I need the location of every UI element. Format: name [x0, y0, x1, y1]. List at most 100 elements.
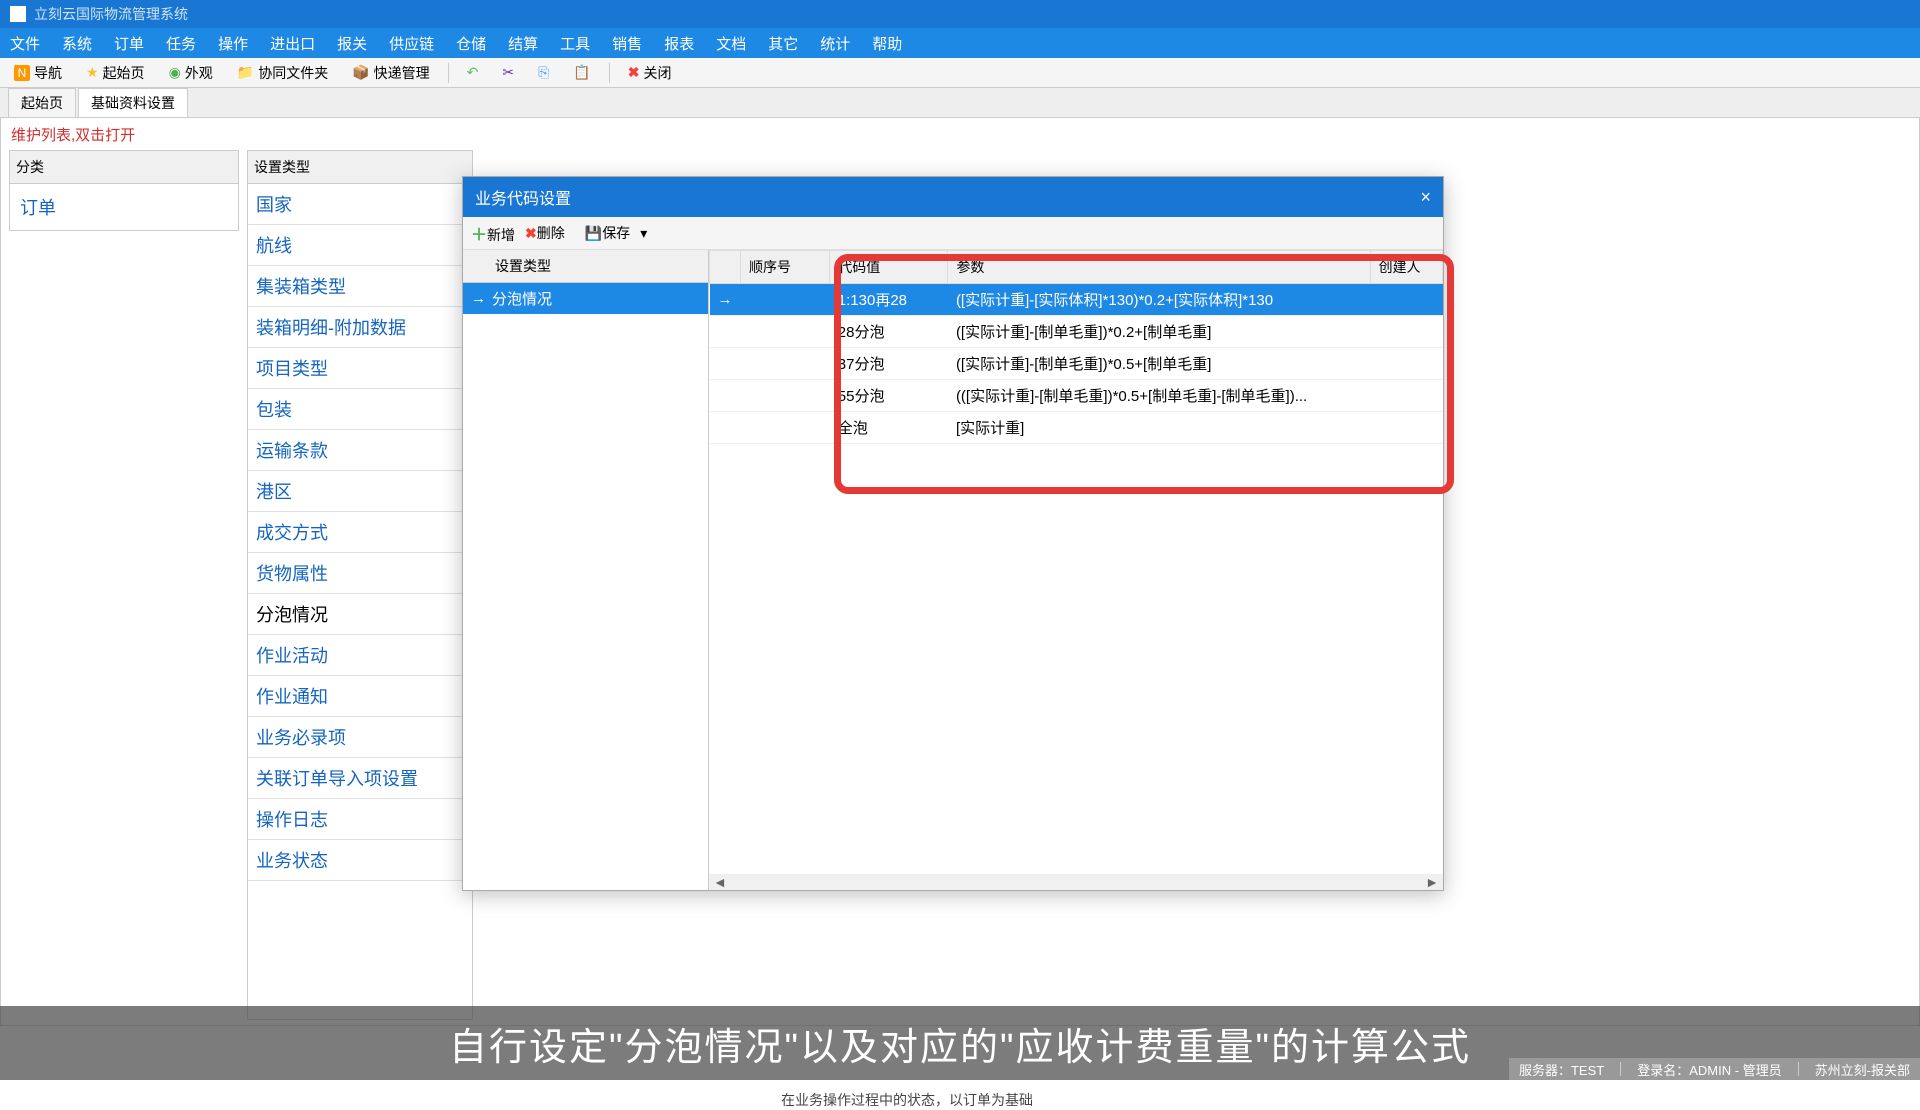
type-item[interactable]: 业务状态: [248, 840, 472, 881]
dialog-left-row[interactable]: → 分泡情况: [463, 283, 708, 314]
home-label: 起始页: [103, 63, 145, 83]
type-item[interactable]: 运输条款: [248, 430, 472, 471]
table-row[interactable]: 28分泡 ([实际计重]-[制单毛重])*0.2+[制单毛重]: [710, 316, 1443, 348]
cell-code: 37分泡: [830, 348, 948, 380]
menu-report[interactable]: 报表: [664, 33, 694, 54]
scroll-right-icon[interactable]: ►: [1421, 874, 1443, 890]
package-icon: 📦: [352, 64, 369, 81]
type-item[interactable]: 货物属性: [248, 553, 472, 594]
type-item-selected[interactable]: 分泡情况: [248, 594, 472, 635]
nav-label: 导航: [34, 63, 62, 83]
cell-param: ([实际计重]-[制单毛重])*0.2+[制单毛重]: [948, 316, 1370, 348]
status-branch: 苏州立刻-报关部: [1815, 1060, 1910, 1079]
cut-button[interactable]: ✂: [496, 62, 520, 83]
menubar: 文件 系统 订单 任务 操作 进出口 报关 供应链 仓储 结算 工具 销售 报表…: [0, 28, 1920, 58]
table-row[interactable]: → 1:130再28 ([实际计重]-[实际体积]*130)*0.2+[实际体积…: [710, 284, 1443, 316]
table-row[interactable]: 37分泡 ([实际计重]-[制单毛重])*0.5+[制单毛重]: [710, 348, 1443, 380]
express-button[interactable]: 📦快递管理: [346, 61, 435, 85]
add-button[interactable]: ＋新增: [471, 221, 515, 245]
titlebar: 立刻云国际物流管理系统: [0, 0, 1920, 28]
type-item[interactable]: 作业通知: [248, 676, 472, 717]
nav-icon: N: [14, 65, 30, 81]
menu-settle[interactable]: 结算: [508, 33, 538, 54]
save-label: 保存: [602, 225, 630, 241]
menu-doc[interactable]: 文档: [716, 33, 746, 54]
home-button[interactable]: ★起始页: [80, 61, 151, 85]
menu-customs[interactable]: 报关: [337, 33, 367, 54]
cell-code: 全泡: [830, 412, 948, 444]
menu-stats[interactable]: 统计: [820, 33, 850, 54]
menu-tools[interactable]: 工具: [560, 33, 590, 54]
hint-text: 维护列表,双击打开: [1, 118, 1919, 151]
look-label: 外观: [185, 63, 213, 83]
delete-button[interactable]: ✖删除: [525, 223, 565, 243]
star-icon: ★: [86, 64, 99, 81]
menu-order[interactable]: 订单: [114, 33, 144, 54]
copy-button[interactable]: ⎘: [532, 62, 555, 83]
table-row[interactable]: 55分泡 (([实际计重]-[制单毛重])*0.5+[制单毛重]-[制单毛重])…: [710, 380, 1443, 412]
menu-supply[interactable]: 供应链: [389, 33, 434, 54]
save-button[interactable]: 💾保存: [585, 223, 630, 243]
arrow-icon: →: [471, 290, 486, 307]
th-seq[interactable]: 顺序号: [741, 251, 830, 284]
menu-importexport[interactable]: 进出口: [270, 33, 315, 54]
paste-icon: 📋: [573, 64, 590, 81]
th-creator[interactable]: 创建人: [1370, 251, 1442, 284]
cell-param: ([实际计重]-[实际体积]*130)*0.2+[实际体积]*130: [948, 284, 1370, 316]
delete-label: 删除: [537, 225, 565, 241]
close-icon: ✖: [628, 64, 640, 81]
th-arrow: [710, 251, 741, 284]
collab-button[interactable]: 📁协同文件夹: [231, 61, 334, 85]
type-item[interactable]: 港区: [248, 471, 472, 512]
status-separator: [1620, 1062, 1621, 1076]
menu-system[interactable]: 系统: [62, 33, 92, 54]
scroll-left-icon[interactable]: ◄: [709, 874, 731, 890]
type-header: 设置类型: [248, 151, 472, 184]
type-item[interactable]: 包装: [248, 389, 472, 430]
code-dialog: 业务代码设置 × ＋新增 ✖删除 💾保存 ▾ 设置类型 → 分泡情况 顺序号 代…: [462, 176, 1444, 891]
menu-file[interactable]: 文件: [10, 33, 40, 54]
type-item[interactable]: 国家: [248, 184, 472, 225]
type-item[interactable]: 操作日志: [248, 799, 472, 840]
toolbar-separator: [448, 63, 449, 83]
status-server: 服务器：TEST: [1519, 1060, 1604, 1079]
close-button[interactable]: ✖关闭: [622, 61, 678, 85]
save-dropdown[interactable]: ▾: [640, 225, 647, 242]
menu-task[interactable]: 任务: [166, 33, 196, 54]
type-item[interactable]: 关联订单导入项设置: [248, 758, 472, 799]
type-panel: 设置类型 国家 航线 集装箱类型 装箱明细-附加数据 项目类型 包装 运输条款 …: [247, 150, 473, 1020]
dialog-left-panel: 设置类型 → 分泡情况: [463, 250, 709, 890]
status-separator: [1798, 1062, 1799, 1076]
type-item[interactable]: 业务必录项: [248, 717, 472, 758]
cut-icon: ✂: [502, 64, 514, 81]
paste-button[interactable]: 📋: [567, 62, 596, 83]
dialog-close-button[interactable]: ×: [1420, 187, 1431, 208]
cell-code: 55分泡: [830, 380, 948, 412]
close-label: 关闭: [644, 63, 672, 83]
save-icon: 💾: [585, 225, 602, 241]
menu-operate[interactable]: 操作: [218, 33, 248, 54]
nav-button[interactable]: N导航: [8, 61, 68, 85]
look-button[interactable]: ◉外观: [163, 61, 219, 85]
dialog-titlebar[interactable]: 业务代码设置 ×: [463, 177, 1443, 217]
cell-code: 1:130再28: [830, 284, 948, 316]
menu-other[interactable]: 其它: [768, 33, 798, 54]
menu-help[interactable]: 帮助: [872, 33, 902, 54]
undo-button[interactable]: ↶: [461, 62, 485, 83]
type-item[interactable]: 项目类型: [248, 348, 472, 389]
category-item[interactable]: 订单: [10, 184, 238, 230]
type-item[interactable]: 作业活动: [248, 635, 472, 676]
type-item[interactable]: 成交方式: [248, 512, 472, 553]
type-item[interactable]: 装箱明细-附加数据: [248, 307, 472, 348]
tab-home[interactable]: 起始页: [8, 88, 76, 117]
menu-sales[interactable]: 销售: [612, 33, 642, 54]
th-param[interactable]: 参数: [948, 251, 1370, 284]
type-item[interactable]: 航线: [248, 225, 472, 266]
table-row[interactable]: 全泡 [实际计重]: [710, 412, 1443, 444]
tab-settings[interactable]: 基础资料设置: [78, 88, 188, 117]
menu-warehouse[interactable]: 仓储: [456, 33, 486, 54]
horizontal-scrollbar[interactable]: ◄ ►: [709, 874, 1443, 890]
type-item[interactable]: 集装箱类型: [248, 266, 472, 307]
th-code[interactable]: 代码值: [830, 251, 948, 284]
delete-icon: ✖: [525, 225, 537, 241]
